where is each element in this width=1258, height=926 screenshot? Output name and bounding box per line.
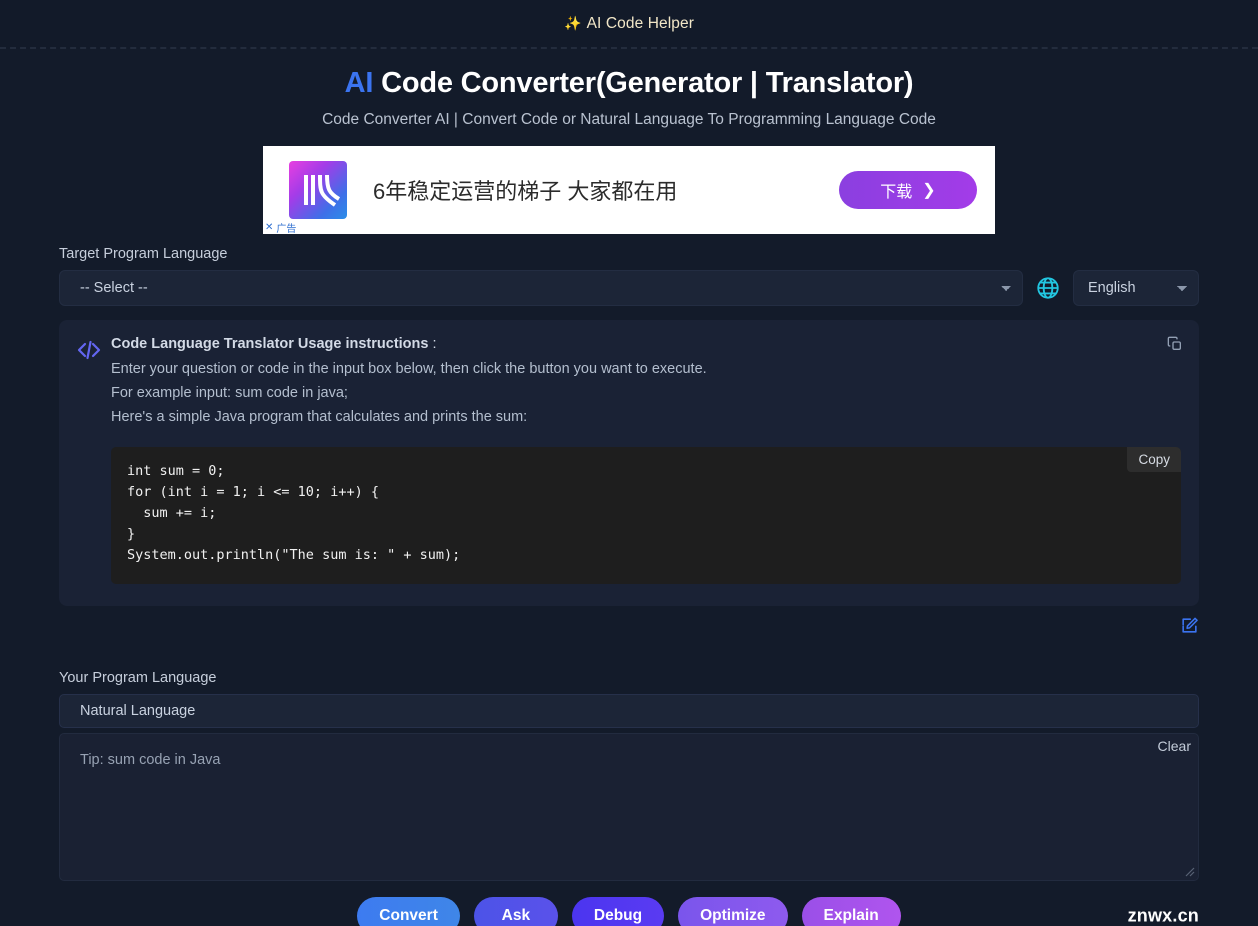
target-language-select[interactable]: -- Select -- <box>59 270 1023 306</box>
instructions-line: For example input: sum code in java; <box>111 385 348 401</box>
your-language-label: Your Program Language <box>59 670 217 686</box>
ad-logo-icon <box>289 161 347 219</box>
debug-button[interactable]: Debug <box>571 897 665 926</box>
chevron-right-icon: ❯ <box>922 182 936 199</box>
page-title: AI Code Converter(Generator | Translator… <box>0 67 1258 100</box>
target-language-row: -- Select -- English <box>59 270 1199 306</box>
code-copy-button[interactable]: Copy <box>1127 447 1181 472</box>
instructions-line: Enter your question or code in the input… <box>111 361 707 377</box>
page-title-accent: AI <box>344 67 374 99</box>
ad-banner[interactable]: 6年稳定运营的梯子 大家都在用 下载 ❯ ✕ 广告 <box>263 146 995 235</box>
instructions-title: Code Language Translator Usage instructi… <box>111 336 1181 352</box>
instructions-line: Here's a simple Java program that calcul… <box>111 409 528 425</box>
optimize-button[interactable]: Optimize <box>678 897 788 926</box>
code-block: Copy int sum = 0; for (int i = 1; i <= 1… <box>111 447 1181 584</box>
close-icon[interactable]: ✕ <box>265 222 273 233</box>
your-language-select[interactable]: Natural Language <box>59 694 1199 728</box>
code-brackets-icon <box>77 336 111 584</box>
copy-icon[interactable] <box>1167 336 1183 357</box>
explain-button[interactable]: Explain <box>801 897 901 926</box>
ad-headline: 6年稳定运营的梯子 大家都在用 <box>373 179 678 204</box>
instructions-title-text: Code Language Translator Usage instructi… <box>111 336 429 352</box>
convert-button[interactable]: Convert <box>357 897 460 926</box>
edit-square-icon[interactable] <box>1180 616 1199 640</box>
page-title-rest: Code Converter(Generator | Translator) <box>373 67 914 99</box>
code-input-textarea[interactable] <box>59 733 1199 881</box>
instructions-title-colon: : <box>428 336 437 352</box>
input-area-wrapper: Clear <box>59 733 1199 881</box>
ad-download-label: 下载 <box>880 184 913 201</box>
edit-row <box>59 616 1199 640</box>
sparkles-icon: ✨ <box>564 14 582 31</box>
app-title-text: AI Code Helper <box>586 14 694 32</box>
your-language-section: Your Program Language Natural Language C… <box>59 670 1199 881</box>
ad-disclosure[interactable]: ✕ 广告 <box>265 220 296 235</box>
app-title: ✨ AI Code Helper <box>564 15 694 33</box>
ad-download-button[interactable]: 下载 ❯ <box>839 171 977 209</box>
hero-section: AI Code Converter(Generator | Translator… <box>0 49 1258 129</box>
main-content: Target Program Language -- Select -- Eng… <box>59 234 1199 926</box>
ask-button[interactable]: Ask <box>473 897 558 926</box>
instructions-body: Code Language Translator Usage instructi… <box>111 336 1181 584</box>
site-watermark: znwx.cn <box>1127 905 1199 926</box>
ad-label: 广告 <box>276 224 297 235</box>
instructions-panel: Code Language Translator Usage instructi… <box>59 320 1199 606</box>
app-header: ✨ AI Code Helper <box>0 0 1258 49</box>
action-button-bar: Convert Ask Debug Optimize Explain znwx.… <box>59 897 1199 926</box>
clear-button[interactable]: Clear <box>1152 737 1197 755</box>
ad-banner-wrapper: 6年稳定运营的梯子 大家都在用 下载 ❯ ✕ 广告 <box>0 146 1258 235</box>
target-language-label: Target Program Language <box>59 246 228 262</box>
ui-language-select[interactable]: English <box>1073 270 1199 306</box>
page-subtitle: Code Converter AI | Convert Code or Natu… <box>322 111 936 128</box>
globe-icon[interactable] <box>1035 275 1061 301</box>
code-content: int sum = 0; for (int i = 1; i <= 10; i+… <box>127 463 461 563</box>
